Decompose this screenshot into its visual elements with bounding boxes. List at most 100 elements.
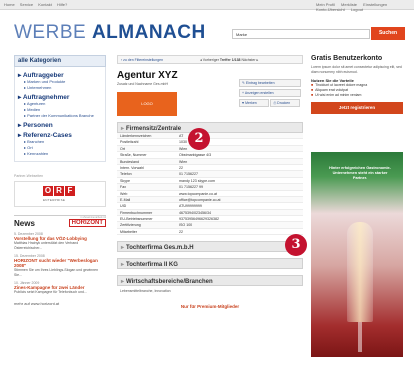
account-promo: Gratis Benutzerkonto Lorem ipsum dolor s… [311, 55, 403, 114]
detail-value: 22 [179, 229, 183, 234]
glass-stem [358, 322, 362, 352]
detail-value: Wien [179, 159, 188, 164]
company-details-table: Länderkennzeichen AT Postleitzahl 1030 Ort Wi… [117, 133, 303, 236]
detail-key: Firmenbuchnummer [120, 210, 153, 215]
topnav-service-link[interactable]: Service [20, 2, 33, 7]
horizont-logo[interactable]: HORIZONT [68, 219, 106, 227]
search-input[interactable]: Marke [232, 29, 370, 39]
section-tochterfirma-kg[interactable]: ▸ Tochterfirma II KG [117, 258, 303, 270]
bullet-icon: ■ [311, 93, 314, 97]
detail-value[interactable]: www.topcompanie.co.at [179, 191, 303, 196]
topnav-logout-link[interactable]: Logout [351, 7, 363, 12]
category-list: ▸ Auftraggeber ▸ Marken und Produkte ▸ U… [14, 67, 106, 162]
news-item[interactable]: 15. Dezember 2008 HORIZONT sucht wieder … [14, 254, 106, 277]
detail-key: Web [120, 191, 128, 196]
annotation-marker-3: 3 [285, 234, 307, 256]
category-referenz-cases[interactable]: ▸ Referenz-Cases [18, 131, 102, 139]
detail-value: ATU99999999 [179, 204, 202, 209]
detail-value: Obstmarktgasse 4/3 [179, 153, 212, 158]
category-personen[interactable]: ▸ Personen [18, 121, 102, 129]
top-left-links: Home Service Kontakt Hilfe? [4, 2, 71, 7]
annotation-marker-2: 2 [188, 128, 210, 150]
prev-result-link[interactable]: ◂ Vorheriger [200, 58, 219, 62]
left-sidebar: alle Kategorien ▸ Auftraggeber ▸ Marken … [14, 55, 106, 306]
top-right-links: Mein Profil Merkliste Einstellungen Kont… [311, 2, 403, 12]
logo-word-werbe: WERBE [14, 22, 92, 43]
detail-key: EU-Betriebsnummer [120, 217, 153, 222]
news-box: in Zusammenarbeit mit News HORIZONT 5. D… [14, 215, 106, 306]
detail-key: Mitarbeiter [120, 229, 137, 234]
news-teaser: Stimmen Sie um Ihres Lieblings-Slogan un… [14, 268, 99, 277]
result-navigation: ‹ zu den Filtereinstellungen ◂ Vorherige… [117, 55, 303, 64]
news-teaser: Matthias Hrainyk unterstützt den Verband… [14, 241, 79, 250]
main-content: ‹ zu den Filtereinstellungen ◂ Vorherige… [117, 55, 303, 309]
result-pager: ◂ Vorheriger Treffer 1/138 Nächster ▸ [200, 58, 258, 62]
search-button[interactable]: Suchen [371, 27, 405, 40]
detail-key: Zertifizierung [120, 223, 141, 228]
result-counter: Treffer 1/138 [219, 58, 241, 62]
premium-notice[interactable]: Nur für Premium-Mitglieder [117, 304, 303, 309]
collapse-arrow-icon: ▸ [121, 126, 125, 132]
account-heading: Gratis Benutzerkonto [311, 55, 383, 62]
detail-value: 01 7156227 [179, 172, 198, 177]
detail-key: Intern. Vorwahl [120, 165, 144, 170]
top-utility-bar: Home Service Kontakt Hilfe? Mein Profil … [0, 0, 414, 12]
subcategory-partner[interactable]: ▸ Partner der Kommunikations Branche [24, 113, 102, 119]
advertisement-banner[interactable]: Hinter erfolgreichen Gastronomie-Unterne… [311, 152, 403, 357]
topnav-konto-link[interactable]: Konto-Übersicht [316, 7, 345, 12]
back-to-filters-link[interactable]: ‹ zu den Filtereinstellungen [121, 58, 163, 62]
detail-key: Straße, Nummer [120, 153, 147, 158]
bullet-icon: ■ [311, 88, 314, 92]
bookmark-button[interactable]: ♥ Merken [239, 99, 269, 107]
entry-actions: ✎ Eintrag bearbeiten + Anzeigen erstelle… [239, 79, 301, 109]
category-auftragnehmer[interactable]: ▸ Auftragnehmer [18, 93, 102, 101]
topnav-hilfe-link[interactable]: Hilfe? [57, 2, 67, 7]
orf-partner-banner[interactable]: ORF ENTERPRISE [14, 181, 106, 207]
section-tochterfirma-gmbh[interactable]: ▸ Tochterfirma Ges.m.b.H [117, 241, 303, 253]
orf-logo: ORF [43, 186, 76, 196]
company-logo-placeholder: LOGO [117, 92, 177, 116]
section-wirtschaftsbereiche[interactable]: ▸ Wirtschaftsbereiche/Branchen [117, 275, 303, 287]
detail-key: Fax [120, 185, 126, 190]
expand-arrow-icon: ▸ [121, 262, 125, 269]
detail-value: 22 [179, 165, 183, 170]
detail-key: Postleitzahl [120, 140, 139, 145]
print-button[interactable]: ⎙ Drucken [270, 99, 301, 107]
ad-text: Hinter erfolgreichen Gastronomie-Unterne… [329, 166, 391, 180]
benefit-item: ■ Ut wisi enim ad minim veniam [311, 93, 362, 97]
detail-key: Bundesland [120, 159, 139, 164]
create-ad-button[interactable]: + Anzeigen erstellen [239, 89, 301, 97]
topnav-home-link[interactable]: Home [4, 2, 15, 7]
edit-entry-button[interactable]: ✎ Eintrag bearbeiten [239, 79, 301, 87]
collapse-arrow-icon: ▸ [121, 279, 125, 286]
logo-word-almanach: ALMANACH [91, 22, 206, 43]
detail-key: Ort [120, 146, 125, 151]
detail-key: Länderkennzeichen [120, 134, 152, 138]
detail-key: Telefon [120, 172, 132, 177]
detail-value: ISO 100 [179, 223, 193, 228]
subcategory-unternehmen[interactable]: ▸ Unternehmen [24, 85, 102, 91]
detail-value: 4675394/023456/34 [179, 210, 211, 215]
topnav-kontakt-link[interactable]: Kontakt [38, 2, 52, 7]
section-firmensitz[interactable]: ▸ Firmensitz/Zentrale [117, 122, 303, 133]
category-auftraggeber[interactable]: ▸ Auftraggeber [18, 71, 102, 79]
news-item[interactable]: 5. Dezember 2008 Vorstellung für das VÖZ… [14, 232, 106, 250]
register-button[interactable]: Jetzt registrieren [311, 102, 403, 114]
bullet-icon: ■ [311, 83, 314, 87]
detail-value: 01 7156227 99 [179, 185, 203, 190]
detail-value[interactable]: office@topcompanie.co.at [179, 197, 303, 202]
topnav-einstellungen-link[interactable]: Einstellungen [363, 2, 387, 7]
next-result-link[interactable]: Nächster ▸ [241, 58, 258, 62]
site-logo[interactable]: WERBE ALMANACH [14, 22, 206, 44]
detail-key: UID [120, 204, 127, 209]
news-item[interactable]: 10. Jänner 2009 Zines-Kampagne für zwei … [14, 281, 106, 295]
industry-list: Lebensmittelbranche, Innovation [120, 289, 171, 294]
news-title-link[interactable]: HORIZONT sucht wieder "Werbeslogan 2008" [14, 258, 106, 268]
subcategory-kennzahlen[interactable]: ▸ Kennzahlen [24, 151, 102, 157]
partner-label: Partner-Webseiten [14, 174, 44, 178]
detail-key: Skype [120, 178, 130, 183]
news-more-link[interactable]: mehr auf www.horizont.at [14, 301, 106, 306]
detail-key: E-Mail [120, 197, 131, 202]
detail-value: mandy 123 skype.com [179, 178, 215, 183]
detail-row: Mitarbeiter 22 [117, 229, 303, 236]
